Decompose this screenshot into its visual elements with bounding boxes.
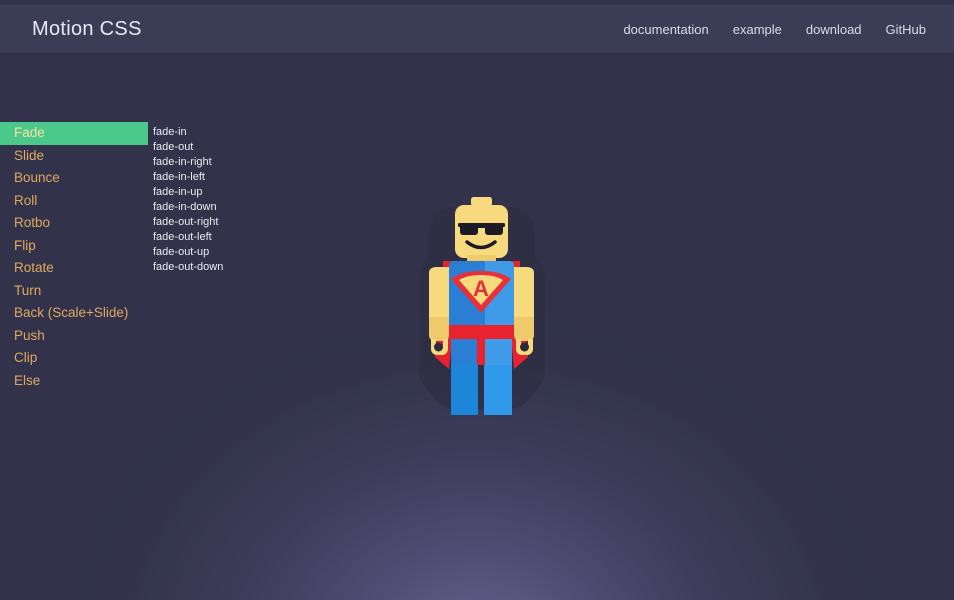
site-title: Motion CSS (32, 17, 142, 40)
sidebar-item-flip[interactable]: Flip (0, 235, 148, 258)
animation-item-fade-in[interactable]: fade-in (153, 125, 223, 140)
sidebar-item-bounce[interactable]: Bounce (0, 167, 148, 190)
animation-list: fade-in fade-out fade-in-right fade-in-l… (148, 122, 223, 275)
animation-item-fade-in-left[interactable]: fade-in-left (153, 170, 223, 185)
animation-item-fade-out-up[interactable]: fade-out-up (153, 245, 223, 260)
animation-item-fade-out-right[interactable]: fade-out-right (153, 215, 223, 230)
nav-github[interactable]: GitHub (886, 22, 926, 37)
sidebar-item-rotbo[interactable]: Rotbo (0, 212, 148, 235)
animation-item-fade-out-left[interactable]: fade-out-left (153, 230, 223, 245)
nav-documentation[interactable]: documentation (623, 22, 708, 37)
animation-item-fade-in-right[interactable]: fade-in-right (153, 155, 223, 170)
sidebar-item-roll[interactable]: Roll (0, 190, 148, 213)
content-area: Fade Slide Bounce Roll Rotbo Flip Rotate… (0, 122, 954, 392)
sidebar-item-slide[interactable]: Slide (0, 145, 148, 168)
sidebar-item-back[interactable]: Back (Scale+Slide) (0, 302, 148, 325)
nav-example[interactable]: example (733, 22, 782, 37)
main-navigation: documentation example download GitHub (623, 22, 926, 37)
sidebar-item-turn[interactable]: Turn (0, 280, 148, 303)
sidebar-item-push[interactable]: Push (0, 325, 148, 348)
category-sidebar: Fade Slide Bounce Roll Rotbo Flip Rotate… (0, 122, 148, 392)
animation-item-fade-out-down[interactable]: fade-out-down (153, 260, 223, 275)
animation-item-fade-in-down[interactable]: fade-in-down (153, 200, 223, 215)
nav-download[interactable]: download (806, 22, 862, 37)
sidebar-item-rotate[interactable]: Rotate (0, 257, 148, 280)
animation-item-fade-in-up[interactable]: fade-in-up (153, 185, 223, 200)
sidebar-item-fade[interactable]: Fade (0, 122, 148, 145)
sidebar-item-clip[interactable]: Clip (0, 347, 148, 370)
animation-item-fade-out[interactable]: fade-out (153, 140, 223, 155)
sidebar-item-else[interactable]: Else (0, 370, 148, 393)
site-header: Motion CSS documentation example downloa… (0, 5, 954, 53)
